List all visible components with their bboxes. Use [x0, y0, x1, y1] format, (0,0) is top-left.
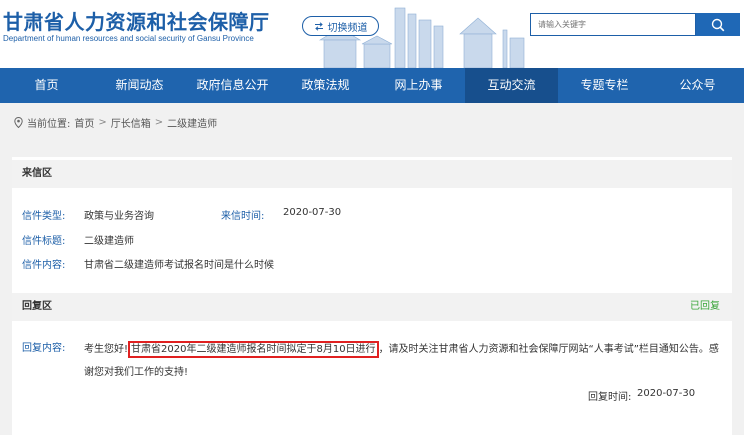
- letter-subject-label: 信件标题:: [22, 236, 66, 247]
- swap-arrows-icon: [314, 21, 323, 31]
- nav-home[interactable]: 首页: [0, 68, 93, 103]
- letter-detail-panel: 来信区 信件类型: 政策与业务咨询 来信时间: 2020-07-30 信件标题:…: [12, 157, 732, 435]
- reply-greeting: 考生您好!: [84, 344, 129, 355]
- nav-online-service[interactable]: 网上办事: [372, 68, 465, 103]
- reply-time-value: 2020-07-30: [637, 388, 696, 399]
- reply-time-label: 回复时间:: [588, 392, 632, 403]
- reply-highlighted-sentence: 甘肃省2020年二级建造师报名时间拟定于8月10日进行: [128, 341, 379, 358]
- breadcrumb-current[interactable]: 二级建造师: [167, 115, 217, 130]
- letter-section-header: 来信区: [12, 160, 732, 188]
- breadcrumb-mailbox[interactable]: 厅长信箱: [111, 115, 151, 130]
- reply-content: 考生您好! 甘肃省2020年二级建造师报名时间拟定于8月10日进行 ，请及时关注甘肃…: [84, 338, 724, 384]
- nav-news[interactable]: 新闻动态: [93, 68, 186, 103]
- switch-channel-label: 切换频道: [327, 22, 368, 34]
- breadcrumb-home[interactable]: 首页: [74, 115, 94, 130]
- site-header: 甘肃省人力资源和社会保障厅 Department of human resour…: [0, 0, 744, 68]
- reply-content-label: 回复内容:: [22, 343, 66, 354]
- letter-content-label: 信件内容:: [22, 260, 66, 271]
- breadcrumb-separator: >: [154, 116, 164, 128]
- switch-channel-button[interactable]: 切换频道: [302, 16, 379, 36]
- site-title[interactable]: 甘肃省人力资源和社会保障厅: [3, 6, 270, 35]
- letter-content-value: 甘肃省二级建造师考试报名时间是什么时候: [84, 260, 274, 271]
- search-input[interactable]: [530, 13, 696, 36]
- nav-public-account[interactable]: 公众号: [651, 68, 744, 103]
- site-subtitle: Department of human resources and social…: [3, 34, 254, 43]
- reply-section-title: 回复区: [22, 301, 52, 312]
- breadcrumb: 当前位置: 首页 > 厅长信箱 > 二级建造师: [0, 103, 744, 141]
- nav-special-topics[interactable]: 专题专栏: [558, 68, 651, 103]
- search-button[interactable]: [696, 13, 740, 36]
- letter-section-title: 来信区: [22, 168, 52, 179]
- nav-interaction[interactable]: 互动交流: [465, 68, 558, 103]
- letter-type-value: 政策与业务咨询: [84, 211, 154, 222]
- breadcrumb-prefix: 当前位置:: [27, 118, 71, 130]
- nav-gov-info[interactable]: 政府信息公开: [186, 68, 279, 103]
- breadcrumb-separator: >: [98, 116, 107, 128]
- letter-subject-value: 二级建造师: [84, 236, 134, 247]
- letter-time-value: 2020-07-30: [283, 207, 342, 218]
- reply-status-badge: 已回复: [690, 301, 720, 312]
- letter-time-label: 来信时间:: [221, 211, 265, 222]
- nav-policy[interactable]: 政策法规: [279, 68, 372, 103]
- search-icon: [711, 18, 725, 31]
- reply-section-header: 回复区 已回复: [12, 293, 732, 321]
- letter-type-label: 信件类型:: [22, 211, 66, 222]
- location-pin-icon: [14, 116, 23, 128]
- main-nav: 首页 新闻动态 政府信息公开 政策法规 网上办事 互动交流 专题专栏 公众号: [0, 68, 744, 103]
